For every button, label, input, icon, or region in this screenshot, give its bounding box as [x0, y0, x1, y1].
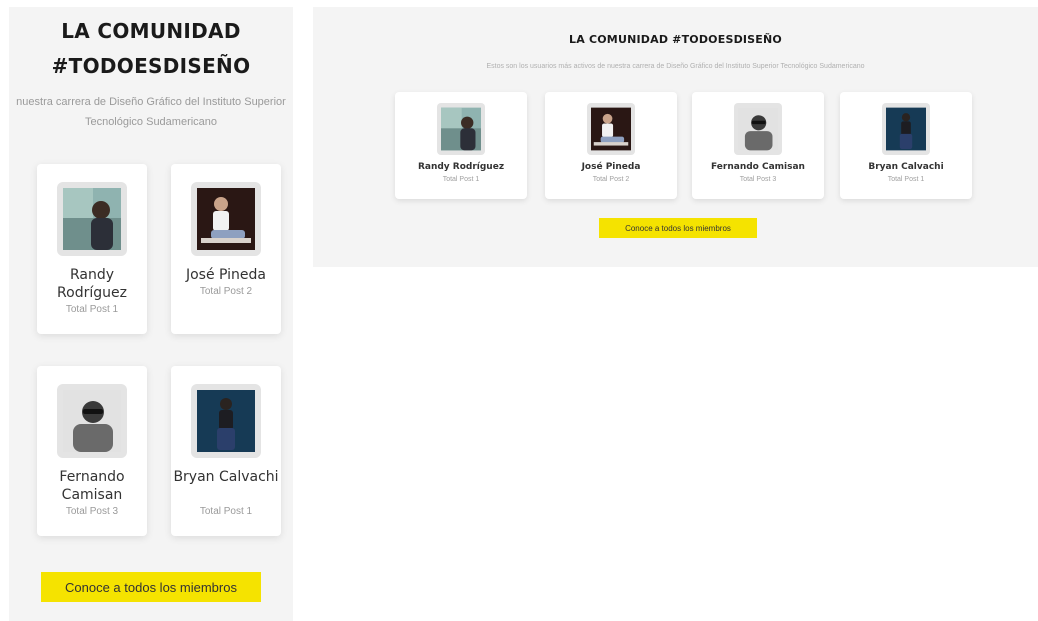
member-post-count: Total Post 2: [592, 176, 630, 183]
mobile-member-card[interactable]: Bryan Calvachi Total Post 1: [171, 366, 281, 536]
member-name: Randy Rodríguez: [57, 267, 127, 301]
member-photo: [63, 390, 121, 452]
avatar-frame: [734, 103, 782, 155]
mobile-member-card[interactable]: Randy Rodríguez Total Post 1: [37, 164, 147, 334]
member-name: Bryan Calvachi: [173, 469, 279, 485]
see-all-members-button[interactable]: Conoce a todos los miembros: [41, 572, 261, 602]
mobile-community-section: LA COMUNIDAD #TODOESDISEÑO nuestra carre…: [9, 7, 293, 621]
desktop-member-card[interactable]: Randy Rodríguez Total Post 1: [395, 92, 527, 199]
desktop-title: LA COMUNIDAD #TODOESDISEÑO: [569, 33, 782, 46]
member-post-count: Total Post 2: [199, 286, 253, 297]
avatar-frame: [191, 384, 261, 458]
mobile-title-line1: LA COMUNIDAD: [61, 19, 241, 43]
avatar-frame: [191, 182, 261, 256]
member-photo: [886, 107, 926, 151]
desktop-community-section: LA COMUNIDAD #TODOESDISEÑO Estos son los…: [313, 7, 1038, 267]
member-post-count: Total Post 1: [65, 304, 119, 315]
member-post-count: Total Post 3: [739, 176, 777, 183]
member-photo: [63, 188, 121, 250]
mobile-subtitle: nuestra carrera de Diseño Gráfico del In…: [16, 96, 286, 128]
desktop-member-card[interactable]: José Pineda Total Post 2: [545, 92, 677, 199]
member-name: José Pineda: [185, 267, 267, 283]
avatar-frame: [57, 384, 127, 458]
member-name: Fernando Camisan: [711, 162, 805, 172]
member-post-count: Total Post 3: [65, 506, 119, 517]
member-name: José Pineda: [581, 162, 641, 172]
member-photo: [591, 107, 631, 151]
member-post-count: Total Post 1: [887, 176, 925, 183]
desktop-member-card[interactable]: Fernando Camisan Total Post 3: [692, 92, 824, 199]
mobile-member-card[interactable]: José Pineda Total Post 2: [171, 164, 281, 334]
member-name: Fernando Camisan: [59, 469, 125, 503]
member-photo: [441, 107, 481, 151]
member-post-count: Total Post 1: [442, 176, 480, 183]
avatar-frame: [882, 103, 930, 155]
avatar-frame: [587, 103, 635, 155]
desktop-member-card[interactable]: Bryan Calvachi Total Post 1: [840, 92, 972, 199]
mobile-member-card[interactable]: Fernando Camisan Total Post 3: [37, 366, 147, 536]
avatar-frame: [437, 103, 485, 155]
member-post-count: Total Post 1: [199, 506, 253, 517]
mobile-title-line2: #TODOESDISEÑO: [51, 54, 251, 78]
avatar-frame: [57, 182, 127, 256]
member-photo: [197, 188, 255, 250]
member-photo: [738, 107, 778, 151]
see-all-members-button[interactable]: Conoce a todos los miembros: [599, 218, 757, 238]
desktop-subtitle: Estos son los usuarios más activos de nu…: [486, 63, 865, 70]
member-photo: [197, 390, 255, 452]
member-name: Randy Rodríguez: [417, 162, 505, 172]
member-name: Bryan Calvachi: [868, 162, 944, 172]
